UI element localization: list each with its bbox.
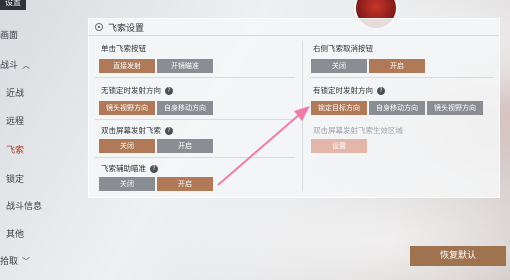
has-lock-move-direction-button[interactable]: 自身移动方向: [369, 101, 425, 115]
row-divider: [309, 77, 493, 78]
panel-header: 飞索设置: [89, 19, 499, 36]
row-divider: [95, 77, 295, 78]
double-click-label: 双击屏幕发射飞索?: [101, 125, 173, 136]
nav-item-combat[interactable]: 战斗 ︿: [0, 58, 30, 71]
right-cancel-on-button[interactable]: 开启: [369, 59, 425, 73]
column-divider: [302, 41, 303, 191]
panel-title: 飞索设置: [108, 24, 145, 34]
has-lock-direction-label: 有锁定时发射方向?: [313, 85, 385, 96]
right-cancel-off-button[interactable]: 关闭: [311, 59, 367, 73]
help-icon[interactable]: ?: [377, 86, 385, 95]
no-lock-move-direction-button[interactable]: 自身移动方向: [157, 101, 213, 115]
assist-aim-on-button[interactable]: 开启: [157, 177, 213, 191]
effective-area-label: 双击屏幕发射飞索生效区域: [313, 126, 403, 135]
nav-item-grapple[interactable]: 飞索: [6, 143, 24, 156]
double-click-on-button[interactable]: 开启: [157, 139, 213, 153]
chevron-down-icon: ﹀: [22, 257, 31, 266]
help-icon[interactable]: ?: [165, 86, 173, 95]
has-lock-target-direction-button[interactable]: 锁定目标方向: [311, 101, 367, 115]
nav-item-other[interactable]: 其他: [6, 227, 24, 240]
help-icon[interactable]: ?: [150, 164, 158, 173]
left-nav: 设置 画面 战斗 ︿ 近战 远程 飞索 锁定 战斗信息 其他 拾取 ﹀: [0, 0, 70, 280]
no-lock-direction-text: 无锁定时发射方向: [101, 86, 161, 95]
single-click-scope-aim-button[interactable]: 开镜瞄准: [157, 59, 213, 73]
settings-icon: [95, 23, 103, 31]
no-lock-direction-label: 无锁定时发射方向?: [101, 85, 173, 96]
grapple-settings-panel: 飞索设置 单击飞索按钮 直接发射 开镜瞄准 右侧飞索取消按钮 关闭 开启 无锁定…: [88, 18, 500, 198]
nav-item-label: 拾取: [0, 257, 19, 267]
nav-item-melee[interactable]: 近战: [6, 86, 24, 99]
restore-defaults-button[interactable]: 恢复默认: [410, 246, 506, 266]
chevron-up-icon: ︿: [22, 61, 31, 70]
effective-area-settings-button[interactable]: 设置: [311, 139, 367, 153]
nav-item-combat-info[interactable]: 战斗信息: [6, 199, 42, 212]
has-lock-direction-text: 有锁定时发射方向: [313, 86, 373, 95]
has-lock-camera-direction-button[interactable]: 镜头视野方向: [427, 101, 483, 115]
nav-item-label: 战斗: [0, 61, 19, 71]
row-divider: [95, 157, 295, 158]
double-click-off-button[interactable]: 关闭: [99, 139, 155, 153]
assist-aim-label: 飞索辅助瞄准?: [101, 163, 158, 174]
tab-settings[interactable]: 设置: [0, 0, 26, 10]
nav-item-lock[interactable]: 锁定: [6, 172, 24, 185]
single-click-direct-fire-button[interactable]: 直接发射: [99, 59, 155, 73]
double-click-text: 双击屏幕发射飞索: [101, 126, 161, 135]
right-cancel-label: 右侧飞索取消按钮: [313, 44, 373, 53]
row-divider: [95, 119, 295, 120]
single-click-label: 单击飞索按钮: [101, 44, 146, 53]
nav-item-ranged[interactable]: 远程: [6, 114, 24, 127]
assist-aim-text: 飞索辅助瞄准: [101, 164, 146, 173]
help-icon[interactable]: ?: [165, 126, 173, 135]
assist-aim-off-button[interactable]: 关闭: [99, 177, 155, 191]
nav-item-display[interactable]: 画面: [0, 28, 18, 41]
no-lock-camera-direction-button[interactable]: 镜头视野方向: [99, 101, 155, 115]
nav-item-pickup[interactable]: 拾取 ﹀: [0, 254, 30, 267]
